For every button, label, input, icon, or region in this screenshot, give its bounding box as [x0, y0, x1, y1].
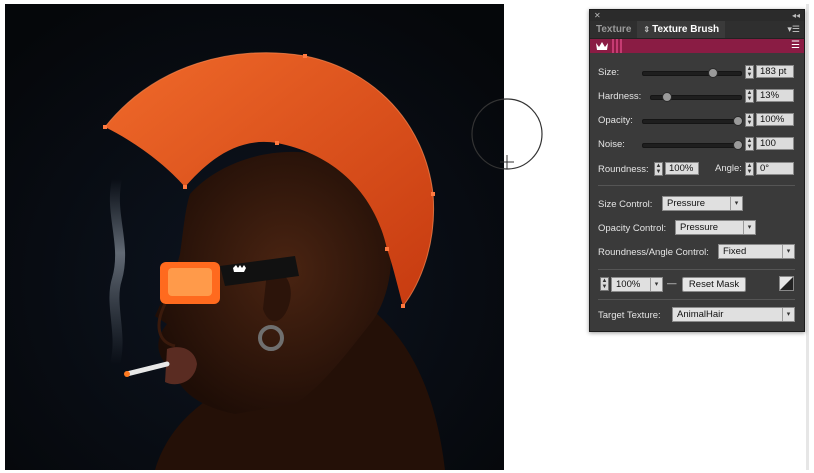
roundness-label: Roundness:	[598, 163, 649, 175]
canvas-scroll-edge	[806, 4, 809, 470]
noise-stepper[interactable]: ▲ ▼	[745, 137, 754, 151]
size-label: Size:	[598, 66, 620, 78]
hardness-stepper[interactable]: ▲ ▼	[745, 89, 754, 103]
reset-mask-button[interactable]: Reset Mask	[682, 277, 746, 292]
mask-percent-value: 100%	[616, 279, 641, 290]
tab-texture[interactable]: Texture	[590, 21, 637, 38]
size-control-label: Size Control:	[598, 199, 653, 210]
divider	[598, 269, 795, 270]
opacity-row: Opacity:	[598, 112, 633, 128]
opacity-control-value: Pressure	[680, 222, 719, 233]
divider	[598, 185, 795, 186]
mask-percent-stepper[interactable]: ▲ ▼	[600, 277, 609, 291]
mask-percent-select[interactable]: 100% ▾	[611, 277, 663, 292]
chevron-down-icon: ▾	[730, 197, 742, 210]
reset-mask-label: Reset Mask	[688, 279, 740, 290]
preset-menu-icon[interactable]: ☰	[791, 39, 800, 53]
target-texture-label: Target Texture:	[598, 310, 661, 321]
texture-brush-panel: ✕ ◂◂ Texture ⇕ Texture Brush ▾☰ ☰ Size: ▲…	[589, 9, 805, 332]
size-control-select[interactable]: Pressure ▾	[662, 196, 743, 211]
size-slider-knob[interactable]	[707, 68, 718, 78]
size-field[interactable]: 183 pt	[756, 65, 794, 78]
target-texture-value: AnimalHair	[677, 309, 724, 320]
size-row: Size:	[598, 64, 619, 80]
brush-preset-bar[interactable]: ☰	[590, 39, 804, 53]
noise-label: Noise:	[598, 138, 625, 150]
opacity-field[interactable]: 100%	[756, 113, 794, 126]
roundness-angle-control-label: Roundness/Angle Control:	[598, 247, 709, 258]
mask-invert-icon[interactable]	[779, 276, 794, 291]
panel-tabs: Texture ⇕ Texture Brush ▾☰	[590, 21, 804, 39]
roundness-stepper[interactable]: ▲ ▼	[654, 162, 663, 176]
chevron-down-icon: ▾	[650, 278, 662, 291]
size-control-value: Pressure	[667, 198, 706, 209]
close-icon[interactable]: ✕	[594, 10, 601, 21]
size-slider[interactable]	[642, 68, 742, 78]
artwork-illustration[interactable]	[5, 4, 504, 470]
hardness-label: Hardness:	[598, 90, 642, 102]
angle-field[interactable]: 0°	[756, 162, 794, 175]
preset-texture-swatch	[612, 39, 624, 53]
roundness-row: Roundness:	[598, 161, 649, 177]
target-texture-select[interactable]: AnimalHair ▾	[672, 307, 795, 322]
noise-slider-knob[interactable]	[733, 140, 743, 150]
angle-stepper[interactable]: ▲ ▼	[745, 162, 754, 176]
chevron-down-icon: ▾	[782, 308, 794, 321]
opacity-label: Opacity:	[598, 114, 633, 126]
size-stepper[interactable]: ▲ ▼	[745, 65, 754, 79]
mask-dash: —	[667, 278, 677, 289]
double-chevron-icon[interactable]: ◂◂	[792, 10, 800, 21]
chevron-down-icon: ▾	[743, 221, 755, 234]
noise-field[interactable]: 100	[756, 137, 794, 150]
opacity-slider[interactable]	[642, 116, 743, 126]
divider	[598, 299, 795, 300]
chevron-icon: ⇕	[643, 25, 651, 34]
tab-texture-label: Texture	[596, 24, 632, 35]
circle-brush-cursor-icon	[470, 97, 544, 171]
angle-label: Angle:	[715, 163, 742, 174]
tab-texture-brush[interactable]: ⇕ Texture Brush	[637, 21, 726, 38]
noise-row: Noise:	[598, 136, 625, 152]
opacity-slider-knob[interactable]	[733, 116, 743, 126]
hardness-slider-knob[interactable]	[661, 92, 672, 102]
opacity-control-select[interactable]: Pressure ▾	[675, 220, 756, 235]
hamburger-menu-icon[interactable]: ▾☰	[787, 21, 800, 38]
tab-texture-brush-label: Texture Brush	[652, 24, 720, 35]
punk-portrait-image	[5, 4, 504, 470]
roundness-angle-control-select[interactable]: Fixed ▾	[718, 244, 795, 259]
hardness-row: Hardness:	[598, 88, 641, 104]
opacity-control-label: Opacity Control:	[598, 223, 667, 234]
opacity-stepper[interactable]: ▲ ▼	[745, 113, 754, 127]
crown-icon	[596, 42, 608, 50]
hardness-field[interactable]: 13%	[756, 89, 794, 102]
panel-titlebar: ✕ ◂◂	[590, 10, 804, 21]
chevron-down-icon: ▾	[782, 245, 794, 258]
noise-slider[interactable]	[642, 140, 743, 150]
roundness-field[interactable]: 100%	[665, 162, 699, 175]
hardness-slider[interactable]	[650, 92, 742, 102]
roundness-angle-control-value: Fixed	[723, 246, 747, 257]
